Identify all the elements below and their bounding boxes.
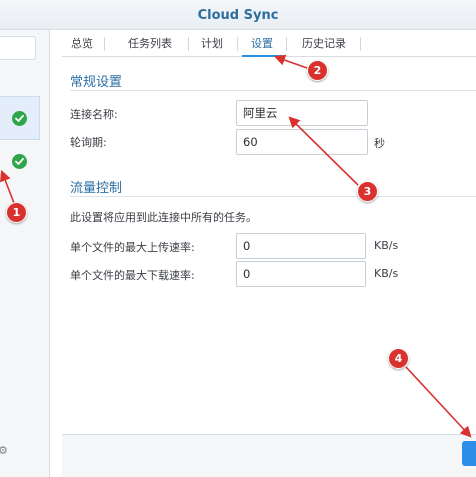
annotation-arrow-4	[405, 366, 472, 438]
annotation-marker-2: 2	[307, 60, 328, 81]
annotation-marker-3: 3	[357, 181, 378, 202]
annotation-marker-1: 1	[6, 202, 27, 223]
annotation-arrow-3	[288, 116, 359, 186]
annotation-marker-4: 4	[388, 348, 409, 369]
annotation-arrow-2	[273, 54, 308, 69]
annotation-arrows	[0, 54, 472, 438]
annotation-arrow-1	[0, 169, 15, 204]
